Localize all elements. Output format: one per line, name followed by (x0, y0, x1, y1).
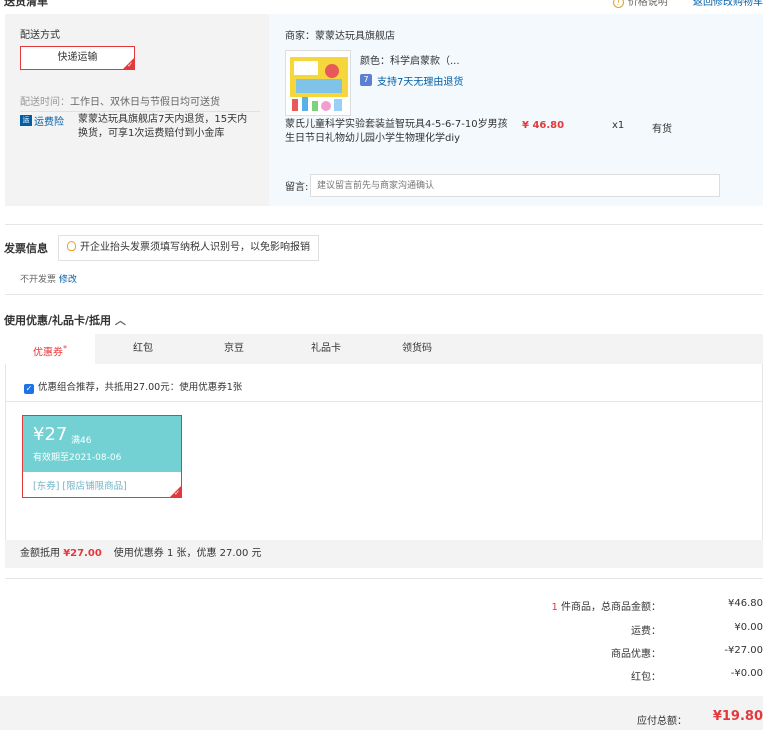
shop-name: 商家：蒙蒙达玩具旗舰店 (285, 31, 395, 42)
checkbox-icon[interactable]: ✓ (24, 384, 34, 394)
coupon-card-top: ¥27 满46 有效期至2021-08-06 (23, 416, 181, 472)
product-color: 颜色：科学启蒙款（... (360, 56, 460, 67)
check-icon: ✓ (174, 489, 180, 497)
stock-status: 有货 (652, 124, 672, 135)
product-price: ¥ 46.80 (522, 120, 565, 131)
shipping-fee-value: ¥0.00 (734, 622, 763, 633)
product-image-icon (290, 57, 348, 111)
total-items-label: 1 件商品，总商品金额： (551, 602, 661, 613)
chevron-up-icon: ︿ (114, 314, 126, 327)
shipping-label: 配送方式 (20, 30, 60, 41)
shipping-fee-label: 运费： (631, 626, 661, 637)
invoice-title: 发票信息 (4, 242, 48, 255)
coupon-tabs: 优惠券* 红包 京豆 礼品卡 领货码 (5, 334, 763, 364)
delivery-time: 配送时间：工作日、双休日与节假日均可送货 (20, 93, 220, 108)
coupon-card[interactable]: ¥27 满46 有效期至2021-08-06 [东券] [限店铺限商品] ✓ (22, 415, 182, 498)
invoice-tip: 开企业抬头发票须填写纳税人识别号，以免影响报销 (58, 235, 319, 261)
shipping-method-text: 快递运输 (57, 52, 98, 63)
delivery-time-label: 配送时间： (20, 97, 70, 108)
invoice-type: 不开发票 (20, 275, 57, 285)
memo-input[interactable] (310, 174, 720, 197)
section-divider (5, 294, 763, 295)
tab-redpacket[interactable]: 红包 (98, 334, 188, 364)
section-divider (5, 224, 763, 225)
bulb-icon (67, 241, 76, 251)
header-links: ! 价格说明 返回修改购物车 (591, 0, 763, 8)
redpacket-value: -¥0.00 (730, 668, 763, 679)
tab-coupon[interactable]: 优惠券* (5, 334, 95, 364)
tab-jingdou[interactable]: 京豆 (189, 334, 279, 364)
total-items-row: 1 件商品，总商品金额： ¥46.80 (463, 598, 763, 613)
discount-label: 商品优惠： (611, 649, 661, 660)
summary-label: 金额抵用 (20, 548, 60, 559)
discount-row: 商品优惠： -¥27.00 (463, 645, 763, 660)
warning-icon: ! (612, 0, 624, 8)
redpacket-row: 红包： -¥0.00 (463, 668, 763, 683)
invoice-edit-link[interactable]: 修改 (59, 275, 77, 285)
insurance-link[interactable]: 运费险 (34, 113, 64, 128)
return-policy[interactable]: 支持7天无理由退货 (377, 73, 463, 88)
product-image[interactable] (285, 50, 351, 116)
coupon-summary: 金额抵用 ¥27.00 使用优惠券 1 张，优惠 27.00 元 (5, 540, 763, 568)
coupon-tags: [东券] [限店铺限商品] (33, 481, 127, 492)
check-icon: ✓ (127, 61, 133, 69)
payable-value: ¥19.80 (712, 709, 763, 724)
invoice-tip-text: 开企业抬头发票须填写纳税人识别号，以免影响报销 (80, 242, 310, 253)
divider (20, 111, 260, 112)
tab-giftcard[interactable]: 礼品卡 (281, 334, 371, 364)
coupon-section-title[interactable]: 使用优惠/礼品卡/抵用 ︿ (4, 312, 126, 328)
summary-desc: 使用优惠券 1 张，优惠 27.00 元 (113, 548, 262, 559)
summary-amount: ¥27.00 (63, 548, 102, 559)
product-qty: x1 (612, 120, 625, 131)
total-items-value: ¥46.80 (728, 598, 763, 609)
recommend-text: 优惠组合推荐，共抵用27.00元：使用优惠券1张 (38, 382, 243, 393)
coupon-amount: ¥27 (33, 424, 68, 445)
shipping-method-button[interactable]: 快递运输 ✓ (20, 46, 135, 70)
invoice-value: 不开发票 修改 (20, 272, 77, 285)
payable-label: 应付总额： (637, 716, 687, 727)
back-to-cart-link[interactable]: 返回修改购物车 (693, 0, 763, 8)
insurance-desc: 蒙蒙达玩具旗舰店7天内退货，15天内换货，可享1次运费赔付到小金库 (78, 114, 248, 139)
coupon-expiry: 有效期至2021-08-06 (33, 453, 122, 463)
recommend-checkbox[interactable]: ✓ 优惠组合推荐，共抵用27.00元：使用优惠券1张 (24, 379, 242, 394)
delivery-time-value: 工作日、双休日与节假日均可送货 (70, 97, 220, 108)
shipping-fee-row: 运费： ¥0.00 (463, 622, 763, 637)
coupon-title-text: 使用优惠/礼品卡/抵用 (4, 314, 112, 327)
coupon-condition: 满46 (71, 436, 92, 446)
delivery-list-title: 送货清单 (4, 0, 48, 8)
return-icon: 7 (360, 74, 372, 86)
memo-label: 留言: (285, 182, 309, 193)
tab-redeem-code[interactable]: 领货码 (372, 334, 462, 364)
discount-value: -¥27.00 (724, 645, 763, 656)
price-desc-link[interactable]: ! 价格说明 (612, 0, 668, 8)
section-divider (5, 578, 763, 579)
redpacket-label: 红包： (631, 672, 661, 683)
insurance-icon: 运 (20, 115, 32, 126)
divider (5, 401, 763, 402)
product-name[interactable]: 蒙氏儿童科学实验套装益智玩具4-5-6-7-10岁男孩生日节日礼物幼儿园小学生物… (285, 118, 510, 146)
